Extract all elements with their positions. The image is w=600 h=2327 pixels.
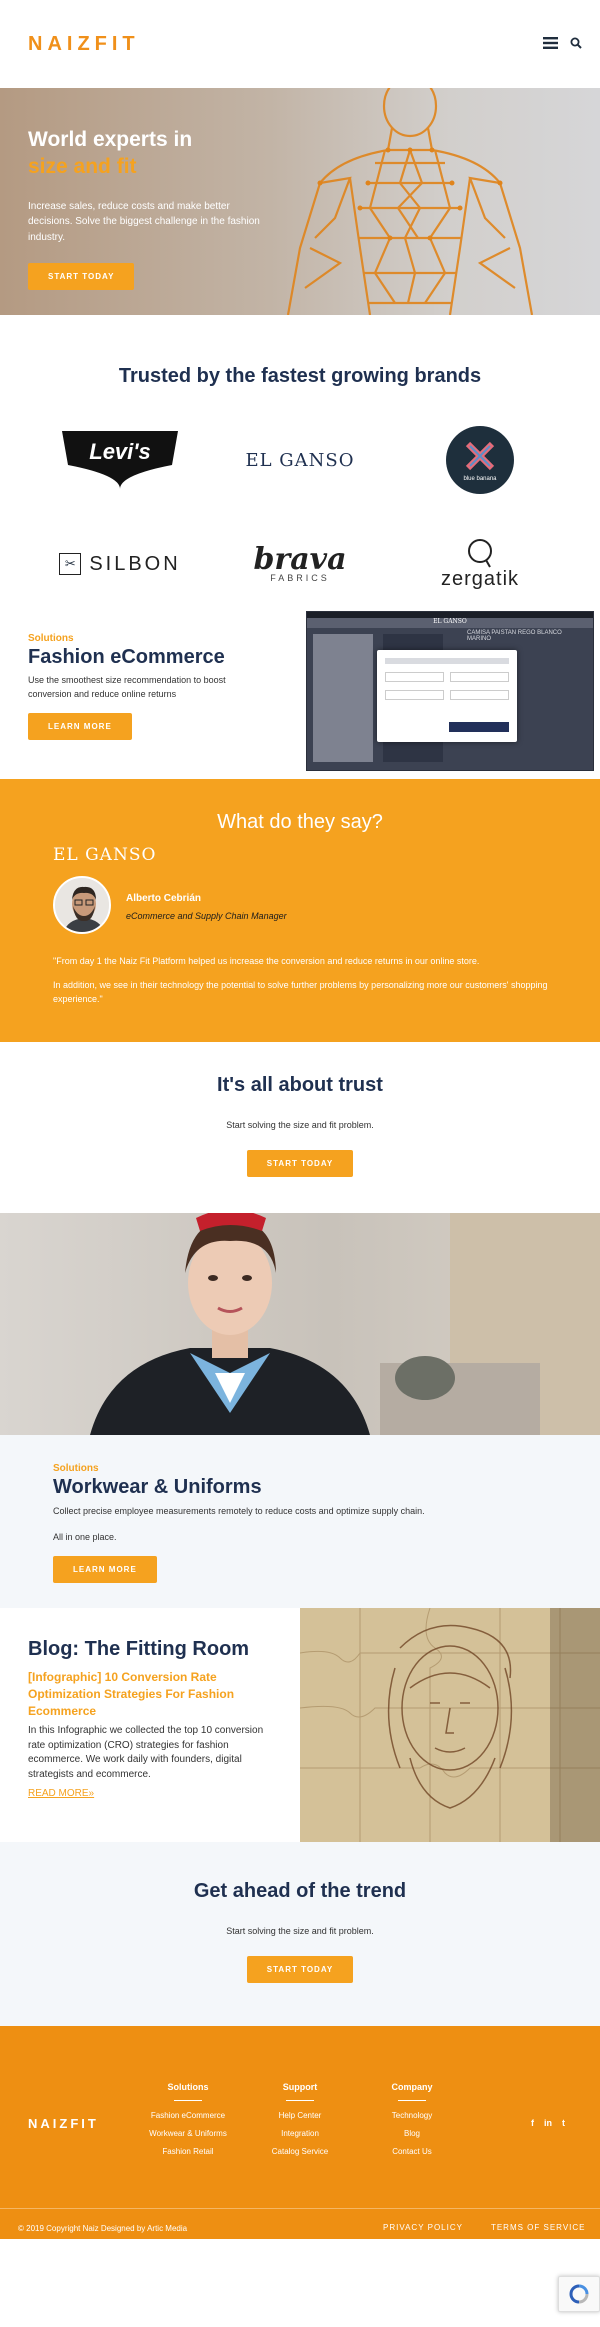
- header-icons: [543, 36, 582, 52]
- trend-subtitle: Start solving the size and fit problem.: [226, 1926, 374, 1936]
- testimonial-name: Alberto Cebrián: [126, 893, 202, 904]
- fashion-ecommerce-section: Solutions Fashion eCommerce Use the smoo…: [0, 611, 600, 779]
- trend-title: Get ahead of the trend: [193, 1880, 407, 1902]
- social-links: f in t: [531, 2118, 565, 2128]
- footer-link-fashion-retail[interactable]: Fashion Retail: [133, 2147, 243, 2156]
- footer-column-title: Company: [391, 2082, 433, 2092]
- workwear-description-2: All in one place.: [53, 1531, 117, 1542]
- hamburger-menu-icon[interactable]: [543, 36, 558, 52]
- workwear-title: Workwear & Uniforms: [53, 1476, 262, 1498]
- recaptcha-icon: [569, 2284, 589, 2304]
- testimonial-brand-logo: EL GANSO: [53, 845, 157, 865]
- testimonial-quote-1: "From day 1 the Naiz Fit Platform helped…: [53, 956, 480, 966]
- trusted-title: Trusted by the fastest growing brands: [118, 365, 482, 387]
- svg-text:blue banana: blue banana: [463, 476, 497, 482]
- twitter-icon[interactable]: t: [562, 2118, 565, 2128]
- body-mesh-illustration: [286, 88, 534, 315]
- footer-column-title: Support: [282, 2082, 318, 2092]
- footer-bottom-bar: © 2019 Copyright Naiz Designed by Artic …: [0, 2208, 600, 2239]
- workwear-description: Collect precise employee measurements re…: [53, 1506, 425, 1516]
- trust-start-today-button[interactable]: START TODAY: [246, 1150, 354, 1177]
- footer-column-solutions: Solutions Fashion eCommerce Workwear & U…: [133, 2082, 243, 2156]
- blog-title: Blog: The Fitting Room: [28, 1638, 250, 1660]
- hero-text: World experts in size and fit Increase s…: [28, 126, 273, 291]
- workwear-section: Solutions Workwear & Uniforms Collect pr…: [0, 1435, 600, 1608]
- hero-subtitle: Increase sales, reduce costs and make be…: [28, 200, 260, 243]
- trust-subtitle: Start solving the size and fit problem.: [226, 1120, 374, 1130]
- fashion-screenshot: EL GANSO CAMISA PAISTAN REGO BLANCO MARI…: [306, 611, 594, 771]
- hero-start-today-button[interactable]: START TODAY: [28, 263, 135, 291]
- blog-text: Blog: The Fitting Room [Infographic] 10 …: [28, 1638, 268, 1799]
- trusted-brands-section: Trusted by the fastest growing brands Le…: [0, 315, 600, 611]
- blog-puzzle-image: [300, 1608, 600, 1842]
- blog-post-description: In this Infographic we collected the top…: [28, 1725, 264, 1780]
- legal-links: PRIVACY POLICY TERMS OF SERVICE: [383, 2223, 585, 2232]
- trust-title: It's all about trust: [217, 1074, 383, 1096]
- blog-post-title[interactable]: [Infographic] 10 Conversion Rate Optimiz…: [28, 1669, 268, 1719]
- hero-title-line2: size and fit: [28, 155, 137, 179]
- copyright-text: © 2019 Copyright Naiz Designed by Artic …: [18, 2224, 188, 2233]
- fashion-description: Use the smoothest size recommendation to…: [28, 675, 226, 699]
- recaptcha-badge[interactable]: [558, 2276, 600, 2312]
- privacy-policy-link[interactable]: PRIVACY POLICY: [383, 2223, 463, 2232]
- testimonial-section: What do they say? EL GANSO Alberto Cebri…: [0, 779, 600, 1042]
- footer-link-blog[interactable]: Blog: [357, 2129, 467, 2138]
- footer-link-catalog-service[interactable]: Catalog Service: [245, 2147, 355, 2156]
- testimonial-title: What do they say?: [217, 811, 383, 833]
- brand-logo-levis: Levi's: [60, 426, 180, 494]
- linkedin-icon[interactable]: in: [544, 2118, 552, 2128]
- site-logo[interactable]: NAIZFIT: [28, 33, 140, 56]
- footer-link-help-center[interactable]: Help Center: [245, 2111, 355, 2120]
- read-more-link[interactable]: READ MORE»: [28, 1788, 268, 1799]
- workwear-learn-more-button[interactable]: LEARN MORE: [53, 1556, 157, 1583]
- avatar: [53, 876, 111, 934]
- footer-column-company: Company Technology Blog Contact Us: [357, 2082, 467, 2156]
- brand-logos-grid: Levi's EL GANSO blue banana ✂ SILBON bra…: [0, 426, 600, 598]
- trust-section: It's all about trust Start solving the s…: [0, 1042, 600, 1213]
- footer-column-support: Support Help Center Integration Catalog …: [245, 2082, 355, 2156]
- site-footer: NAIZFIT Solutions Fashion eCommerce Work…: [0, 2026, 600, 2239]
- terms-of-service-link[interactable]: TERMS OF SERVICE: [491, 2223, 586, 2232]
- footer-link-integration[interactable]: Integration: [245, 2129, 355, 2138]
- testimonial-person: Alberto Cebrián eCommerce and Supply Cha…: [126, 893, 287, 921]
- footer-logo[interactable]: NAIZFIT: [28, 2116, 99, 2131]
- fashion-text: Solutions Fashion eCommerce Use the smoo…: [28, 633, 258, 740]
- workwear-eyebrow: Solutions: [53, 1463, 99, 1474]
- flight-attendant-photo: [0, 1213, 600, 1435]
- footer-column-title: Solutions: [167, 2082, 209, 2092]
- brand-logo-brava: brava FABRICS: [253, 541, 347, 583]
- fashion-eyebrow: Solutions: [28, 633, 74, 644]
- brand-logo-zergatik: zergatik: [441, 530, 519, 598]
- site-header: NAIZFIT: [0, 0, 600, 88]
- trend-start-today-button[interactable]: START TODAY: [246, 1956, 354, 1983]
- brand-logo-blue-banana: blue banana: [446, 426, 514, 494]
- search-icon[interactable]: [570, 36, 582, 52]
- svg-text:Levi's: Levi's: [89, 439, 151, 464]
- footer-link-contact-us[interactable]: Contact Us: [357, 2147, 467, 2156]
- footer-link-technology[interactable]: Technology: [357, 2111, 467, 2120]
- hero-title-line1: World experts in: [28, 128, 193, 151]
- trend-section: Get ahead of the trend Start solving the…: [0, 1842, 600, 2026]
- brand-logo-silbon: ✂ SILBON: [59, 530, 180, 598]
- facebook-icon[interactable]: f: [531, 2118, 534, 2128]
- footer-link-workwear[interactable]: Workwear & Uniforms: [133, 2129, 243, 2138]
- blog-section: Blog: The Fitting Room [Infographic] 10 …: [0, 1608, 600, 1842]
- fashion-learn-more-button[interactable]: LEARN MORE: [28, 713, 132, 740]
- fashion-title: Fashion eCommerce: [28, 646, 225, 668]
- footer-link-fashion-ecommerce[interactable]: Fashion eCommerce: [133, 2111, 243, 2120]
- hero-banner: World experts in size and fit Increase s…: [0, 88, 600, 315]
- testimonial-role: eCommerce and Supply Chain Manager: [126, 911, 287, 921]
- testimonial-quote-2: In addition, we see in their technology …: [53, 980, 548, 1004]
- brand-logo-el-ganso: EL GANSO: [245, 449, 355, 471]
- hero-title: World experts in size and fit: [28, 126, 273, 181]
